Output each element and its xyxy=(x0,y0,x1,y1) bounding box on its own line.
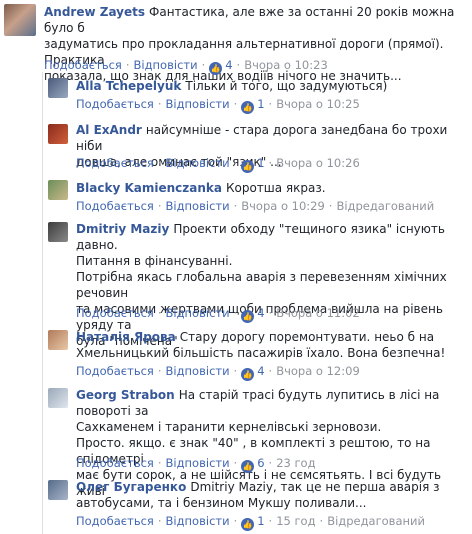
comment-line: автобусами, та і бензином Мукшу поливали… xyxy=(76,496,367,510)
like-button[interactable]: Подобається xyxy=(76,199,154,213)
reply-button[interactable]: Відповісти xyxy=(166,306,230,320)
comment-line: Тільки й того, що задумуються) xyxy=(185,79,388,93)
timestamp[interactable]: Вчора о 10:29 xyxy=(241,199,325,213)
comment-line: Хмельницький більшість пасажирів їхало. … xyxy=(76,346,446,360)
author-name[interactable]: Олег Бугаренко xyxy=(76,480,186,494)
comment-actions: Подобається · Відповісти · 👍 4 · Вчора о 12:09 xyxy=(76,364,360,381)
reply-comment: Наталія Ярова Стару дорогу поремонтувати.… xyxy=(0,324,472,382)
reply-comment: Олег Бугаренко Dmitriy Maziy, так це не п… xyxy=(0,474,472,534)
timestamp[interactable]: Вчора о 10:26 xyxy=(276,156,360,170)
comment-actions: Подобається · Відповісти · 👍 1 · 15 год · Відреда… xyxy=(76,514,425,531)
comment-line: Коротша якраз. xyxy=(225,181,326,195)
thumbs-up-icon: 👍 xyxy=(241,368,255,381)
like-button[interactable]: Подобається xyxy=(76,97,154,111)
reply-button[interactable]: Відповісти xyxy=(166,514,230,528)
likes-count[interactable]: 👍 4 xyxy=(209,58,233,75)
timestamp[interactable]: 23 год xyxy=(276,456,315,470)
author-name[interactable]: Georg Strabon xyxy=(76,388,175,402)
like-button[interactable]: Подобається xyxy=(76,514,154,528)
comment-line: Сахкаменем і таранити кернелівські зерно… xyxy=(76,420,382,434)
likes-count[interactable]: 👍 4 xyxy=(241,364,265,381)
reply-button[interactable]: Відповісти xyxy=(134,58,198,72)
thumbs-up-icon: 👍 xyxy=(241,518,255,531)
reply-comment: Dmitriy Maziy Проекти обходу "тещиного яз… xyxy=(0,216,472,348)
reply-comment: Blacky Kamienczanka Коротша якраз. Подоба… xyxy=(0,174,472,216)
timestamp[interactable]: Вчора о 12:09 xyxy=(276,364,360,378)
comment-text: Наталія Ярова Стару дорогу поремонтувати.… xyxy=(76,329,468,361)
timestamp[interactable]: Вчора о 10:25 xyxy=(276,97,360,111)
comment-thread: Andrew Zayets Фантастика, але вже за оста… xyxy=(0,0,472,534)
avatar[interactable] xyxy=(48,222,68,242)
avatar[interactable] xyxy=(48,388,68,408)
author-name[interactable]: Al ExAndr xyxy=(76,123,142,137)
comment-text: Blacky Kamienczanka Коротша якраз. xyxy=(76,180,468,196)
like-button[interactable]: Подобається xyxy=(76,456,154,470)
avatar[interactable] xyxy=(48,78,68,98)
likes-count[interactable]: 👍 4 xyxy=(241,306,265,323)
likes-count[interactable]: 👍 1 xyxy=(241,514,265,531)
reply-button[interactable]: Відповісти xyxy=(166,156,230,170)
avatar[interactable] xyxy=(48,124,68,144)
like-button[interactable]: Подобається xyxy=(76,156,154,170)
comment-text: Олег Бугаренко Dmitriy Maziy, так це не п… xyxy=(76,479,468,511)
author-name[interactable]: Alla Tchepelyuk xyxy=(76,79,181,93)
thumbs-up-icon: 👍 xyxy=(241,310,255,323)
thumbs-up-icon: 👍 xyxy=(241,101,255,114)
timestamp[interactable]: Вчора о 11:02 xyxy=(276,306,360,320)
comment-actions: Подобається · Відповісти · 👍 4 · Вчора о 11:02 xyxy=(76,306,360,323)
likes-count[interactable]: 👍 1 xyxy=(241,97,265,114)
likes-count[interactable]: 👍 1 xyxy=(241,156,265,173)
comment-line: Питання в фінансуванні. xyxy=(76,254,233,268)
likes-count[interactable]: 👍 6 xyxy=(241,456,265,473)
comment-line: Dmitriy Maziy, так це не перша аварія з xyxy=(190,480,440,494)
reply-comment: Al ExAndr найсумніше - стара дорога занед… xyxy=(0,118,472,174)
thumbs-up-icon: 👍 xyxy=(241,160,255,173)
reply-button[interactable]: Відповісти xyxy=(166,199,230,213)
comment-line: Потрібна якась глобальна аварія з переве… xyxy=(76,270,447,300)
reply-comment: Georg Strabon На старій трасі будуть лупи… xyxy=(0,382,472,498)
reply-button[interactable]: Відповісти xyxy=(166,97,230,111)
author-name[interactable]: Наталія Ярова xyxy=(76,330,176,344)
like-button[interactable]: Подобається xyxy=(76,306,154,320)
comment: Andrew Zayets Фантастика, але вже за оста… xyxy=(0,0,472,83)
author-name[interactable]: Blacky Kamienczanka xyxy=(76,181,222,195)
like-button[interactable]: Подобається xyxy=(76,364,154,378)
comment-text: Alla Tchepelyuk Тільки й того, що задумую… xyxy=(76,78,468,94)
comment-actions: Подобається · Відповісти · 👍 6 · 23 год xyxy=(76,456,316,473)
edited-label[interactable]: Відредагований xyxy=(336,199,434,213)
avatar[interactable] xyxy=(48,480,68,500)
edited-label[interactable]: Відредагований xyxy=(327,514,425,528)
comment-line: Стару дорогу поремонтувати. неьо б на xyxy=(179,330,435,344)
avatar[interactable] xyxy=(4,4,36,36)
comment-actions: Подобається · Відповісти · 👍 1 · Вчора о 10:25 xyxy=(76,97,360,114)
reply-button[interactable]: Відповісти xyxy=(166,456,230,470)
comment-actions: Подобається · Відповісти · 👍 1 · Вчора о 10:26 xyxy=(76,156,360,173)
avatar[interactable] xyxy=(48,180,68,200)
avatar[interactable] xyxy=(48,330,68,350)
timestamp[interactable]: Вчора о 10:23 xyxy=(244,58,328,72)
author-name[interactable]: Dmitriy Maziy xyxy=(76,222,169,236)
thumbs-up-icon: 👍 xyxy=(241,460,255,473)
author-name[interactable]: Andrew Zayets xyxy=(44,5,145,19)
like-button[interactable]: Подобається xyxy=(44,58,122,72)
reply-comment: Alla Tchepelyuk Тільки й того, що задумую… xyxy=(0,72,472,118)
reply-button[interactable]: Відповісти xyxy=(166,364,230,378)
timestamp[interactable]: 15 год xyxy=(276,514,315,528)
comment-actions: Подобається · Відповісти · Вчора о 10:29 · Від… xyxy=(76,199,435,213)
